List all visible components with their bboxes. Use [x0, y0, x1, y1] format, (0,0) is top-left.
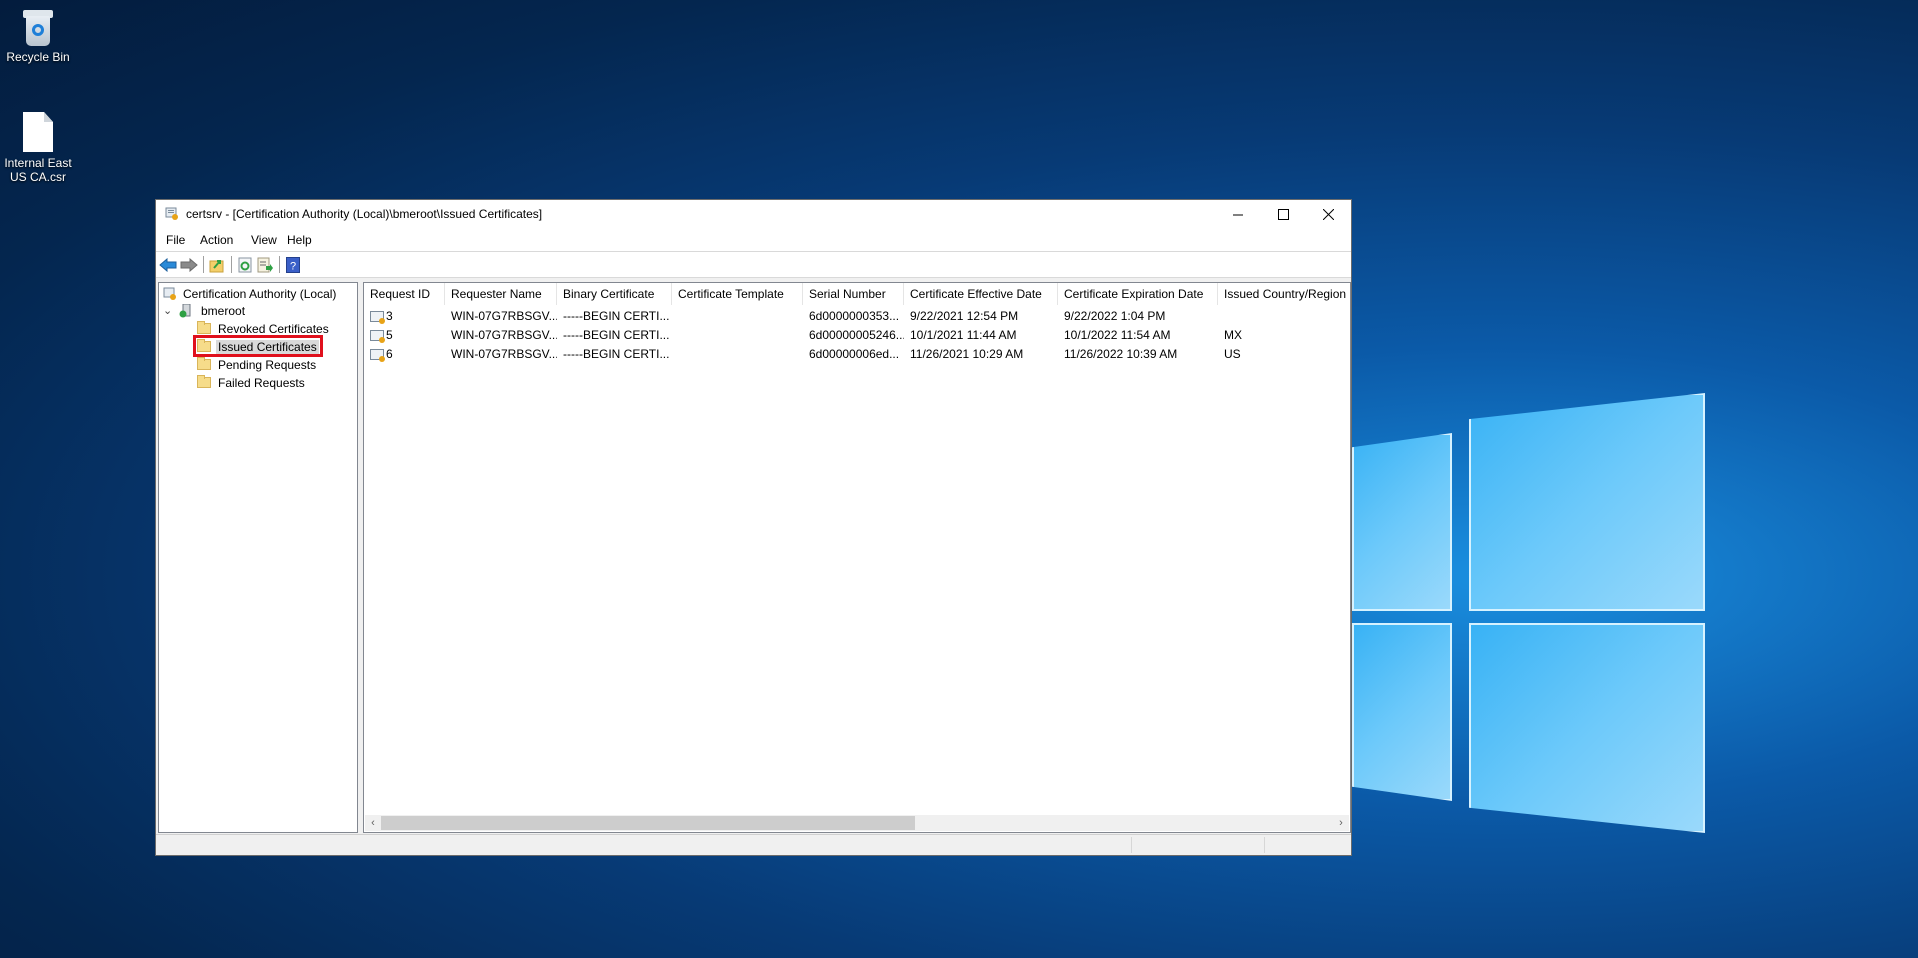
toolbar: ?: [156, 252, 1351, 278]
cell-certificate-template: [672, 345, 803, 363]
cell-requester-name: WIN-07G7RBSGV...: [451, 309, 557, 323]
close-button[interactable]: [1306, 200, 1351, 229]
expand-chevron-icon[interactable]: ⌄: [163, 304, 175, 317]
minimize-icon: [1233, 214, 1243, 216]
certificate-authority-icon: [163, 287, 176, 300]
export-list-button[interactable]: [256, 256, 274, 273]
menu-help[interactable]: Help: [287, 233, 312, 247]
console-tree: Certification Authority (Local) ⌄ bmeroo…: [158, 282, 358, 833]
cell-serial-number: 6d00000005246...: [809, 328, 904, 342]
cell-request-id: 5: [364, 326, 445, 344]
help-button[interactable]: ?: [284, 256, 302, 273]
status-bar: [156, 834, 1351, 855]
cell-request-id: 3: [364, 307, 445, 325]
cell-issued-country: US: [1224, 347, 1241, 361]
status-divider: [1264, 837, 1265, 853]
tree-item-pending-requests[interactable]: Pending Requests: [197, 356, 318, 373]
svg-text:?: ?: [290, 260, 296, 272]
export-list-icon: [257, 257, 273, 272]
toolbar-separator: [231, 256, 232, 273]
menu-bar: File Action View Help: [156, 229, 1351, 252]
maximize-button[interactable]: [1261, 200, 1306, 229]
scroll-left-arrow-icon[interactable]: ‹: [365, 815, 381, 831]
scroll-right-arrow-icon[interactable]: ›: [1333, 815, 1349, 831]
certificate-authority-icon: [165, 207, 178, 220]
cell-serial-number: 6d0000000353...: [809, 309, 900, 323]
cell-requester-name: WIN-07G7RBSGV...: [451, 347, 557, 361]
tree-item-certification-authority[interactable]: Certification Authority (Local): [163, 285, 338, 302]
menu-view[interactable]: View: [251, 233, 277, 247]
cell-certificate-template: [672, 326, 803, 344]
cell-binary-certificate: -----BEGIN CERTI...: [563, 328, 670, 342]
up-one-level-button[interactable]: [208, 256, 226, 273]
certificate-list: Request ID Requester Name Binary Certifi…: [363, 282, 1351, 833]
certificate-icon: [370, 311, 385, 325]
column-header-effective-date[interactable]: Certificate Effective Date: [904, 283, 1058, 305]
folder-icon: [197, 357, 211, 370]
cell-text: 5: [386, 328, 393, 342]
up-folder-icon: [209, 259, 224, 272]
column-header-certificate-template[interactable]: Certificate Template: [672, 283, 803, 305]
cell-expiration-date: 11/26/2022 10:39 AM: [1064, 347, 1178, 361]
forward-arrow-icon: [180, 257, 198, 272]
maximize-icon: [1278, 209, 1289, 220]
minimize-button[interactable]: [1216, 200, 1261, 229]
close-icon: [1323, 209, 1334, 220]
cell-binary-certificate: -----BEGIN CERTI...: [563, 347, 670, 361]
forward-button[interactable]: [180, 256, 198, 273]
cell-binary-certificate: -----BEGIN CERTI...: [563, 309, 670, 323]
desktop-icon-recycle-bin[interactable]: Recycle Bin: [0, 8, 76, 64]
column-header-binary-certificate[interactable]: Binary Certificate: [557, 283, 672, 305]
refresh-icon: [238, 257, 252, 272]
desktop-icon-label: Recycle Bin: [6, 50, 70, 64]
desktop-icon-csr-file[interactable]: Internal East US CA.csr: [0, 112, 76, 184]
cell-expiration-date: 9/22/2022 1:04 PM: [1064, 309, 1166, 323]
title-bar[interactable]: certsrv - [Certification Authority (Loca…: [156, 200, 1351, 229]
cell-requester-name: WIN-07G7RBSGV...: [451, 328, 557, 342]
toolbar-separator: [279, 256, 280, 273]
help-icon: ?: [286, 256, 300, 273]
cell-effective-date: 9/22/2021 12:54 PM: [910, 309, 1019, 323]
cell-expiration-date: 10/1/2022 11:54 AM: [1064, 328, 1171, 342]
cell-text: 6: [386, 347, 393, 361]
cell-text: 3: [386, 309, 393, 323]
column-header-issued-country[interactable]: Issued Country/Region: [1218, 283, 1350, 305]
status-divider: [1131, 837, 1132, 853]
certificate-icon: [370, 349, 385, 363]
tree-item-failed-requests[interactable]: Failed Requests: [197, 374, 307, 391]
certsrv-window: certsrv - [Certification Authority (Loca…: [155, 199, 1352, 856]
desktop-icon-label: Internal East US CA.csr: [4, 156, 72, 184]
recycle-bin-icon: [23, 8, 53, 46]
cell-issued-country: [1218, 307, 1350, 325]
folder-icon: [197, 321, 211, 334]
back-arrow-icon: [159, 257, 177, 272]
column-header-requester-name[interactable]: Requester Name: [445, 283, 557, 305]
cell-effective-date: 10/1/2021 11:44 AM: [910, 328, 1017, 342]
scrollbar-thumb[interactable]: [381, 816, 916, 830]
window-title: certsrv - [Certification Authority (Loca…: [186, 207, 543, 221]
cell-serial-number: 6d00000006ed...: [809, 347, 900, 361]
menu-file[interactable]: File: [166, 233, 185, 247]
folder-icon: [197, 375, 211, 388]
ca-server-icon: [179, 303, 191, 317]
column-header-serial-number[interactable]: Serial Number: [803, 283, 904, 305]
cell-request-id: 6: [364, 345, 445, 363]
highlight-box: [193, 335, 323, 357]
toolbar-separator: [203, 256, 204, 273]
certificate-icon: [370, 330, 385, 344]
file-icon: [23, 112, 53, 152]
column-header-expiration-date[interactable]: Certificate Expiration Date: [1058, 283, 1218, 305]
cell-certificate-template: [672, 307, 803, 325]
windows-logo-wallpaper: [1352, 383, 1712, 843]
back-button[interactable]: [159, 256, 177, 273]
horizontal-scrollbar[interactable]: ‹ ›: [365, 815, 1349, 831]
column-header-request-id[interactable]: Request ID: [364, 283, 445, 305]
cell-effective-date: 11/26/2021 10:29 AM: [910, 347, 1024, 361]
cell-issued-country: MX: [1224, 328, 1242, 342]
menu-action[interactable]: Action: [200, 233, 233, 247]
refresh-button[interactable]: [236, 256, 254, 273]
tree-item-bmeroot[interactable]: ⌄ bmeroot: [163, 302, 247, 319]
